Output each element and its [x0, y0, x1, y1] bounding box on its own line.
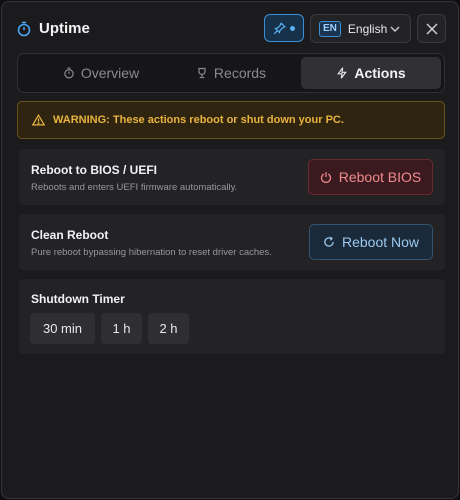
shutdown-timer-card: Shutdown Timer 30 min 1 h 2 h: [19, 279, 445, 354]
tab-label: Records: [213, 65, 267, 81]
tab-records[interactable]: Records: [161, 57, 301, 89]
card-title: Clean Reboot: [31, 228, 109, 242]
language-select[interactable]: EN English: [310, 14, 411, 43]
card-description: Reboots and enters UEFI firmware automat…: [31, 182, 238, 193]
close-button[interactable]: [417, 14, 446, 43]
reboot-now-button[interactable]: Reboot Now: [309, 224, 433, 260]
bios-reboot-card: Reboot to BIOS / UEFI Reboots and enters…: [19, 149, 445, 205]
close-icon: [425, 22, 438, 35]
stopwatch-icon: [64, 67, 74, 79]
card-title: Shutdown Timer: [31, 292, 125, 306]
button-label: Reboot BIOS: [338, 169, 422, 185]
clean-reboot-card: Clean Reboot Pure reboot bypassing hiber…: [19, 214, 445, 270]
reboot-bios-button[interactable]: Reboot BIOS: [308, 159, 433, 195]
warning-text: WARNING: These actions reboot or shut do…: [53, 114, 344, 126]
pin-status-dot: [290, 25, 295, 31]
button-label: Reboot Now: [341, 234, 420, 250]
pin-button[interactable]: [264, 14, 304, 42]
warning-banner: WARNING: These actions reboot or shut do…: [17, 101, 445, 139]
language-name: English: [347, 21, 388, 36]
tab-overview[interactable]: Overview: [31, 57, 171, 89]
tab-bar: Overview Records Actions: [17, 53, 445, 93]
trophy-icon: [198, 67, 206, 79]
chevron-down-icon: [390, 26, 400, 33]
refresh-icon: [324, 236, 334, 247]
language-code-badge: EN: [319, 20, 341, 37]
power-icon: [320, 172, 331, 183]
app-window: Uptime EN English Overview Records Actio…: [1, 1, 459, 499]
app-title: Uptime: [39, 20, 90, 37]
button-label: 30 min: [42, 321, 83, 336]
tab-actions[interactable]: Actions: [301, 57, 441, 89]
stopwatch-icon: [17, 21, 31, 37]
titlebar: Uptime EN English: [2, 2, 458, 52]
button-label: 2 h: [159, 321, 178, 336]
tab-label: Overview: [80, 65, 140, 81]
timer-option-2h[interactable]: 2 h: [148, 313, 189, 344]
card-title: Reboot to BIOS / UEFI: [31, 163, 157, 177]
pin-icon: [273, 21, 286, 34]
warning-icon: [32, 114, 45, 126]
lightning-icon: [337, 67, 348, 79]
card-description: Pure reboot bypassing hibernation to res…: [31, 247, 272, 258]
button-label: 1 h: [112, 321, 131, 336]
timer-option-30min[interactable]: 30 min: [30, 313, 95, 344]
timer-option-1h[interactable]: 1 h: [101, 313, 142, 344]
tab-label: Actions: [354, 65, 406, 81]
